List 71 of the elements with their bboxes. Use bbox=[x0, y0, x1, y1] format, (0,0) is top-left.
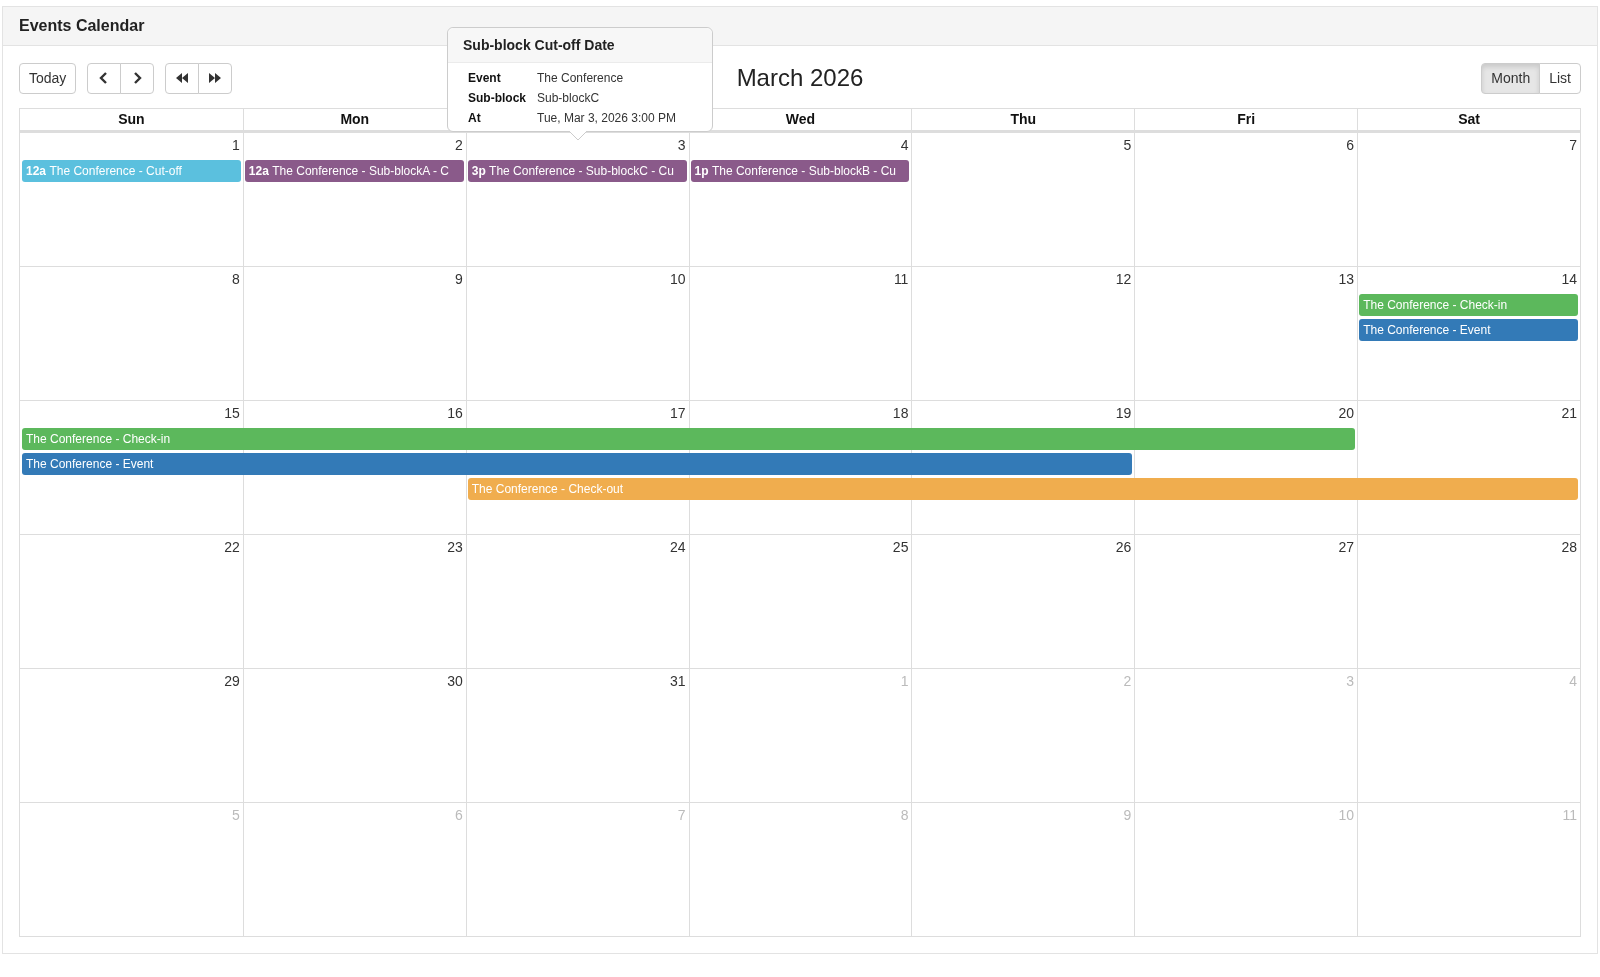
day-number: 2 bbox=[1123, 673, 1132, 689]
day-number: 3 bbox=[677, 137, 686, 153]
weekday-header: Sat bbox=[1357, 109, 1580, 130]
day-number: 5 bbox=[232, 807, 240, 823]
day-number: 21 bbox=[1561, 405, 1577, 421]
previous-year-button[interactable] bbox=[165, 62, 200, 94]
month-title: March 2026 bbox=[736, 64, 864, 92]
day-number: 1 bbox=[232, 137, 240, 153]
double-right-icon bbox=[208, 72, 223, 84]
day-number: 22 bbox=[224, 539, 240, 555]
day-number: 13 bbox=[1338, 271, 1355, 287]
popover-title: Sub-block Cut-off Date bbox=[448, 28, 712, 63]
popover-label: At bbox=[468, 111, 482, 125]
previous-button[interactable] bbox=[87, 62, 122, 94]
day-number: 7 bbox=[677, 807, 686, 823]
weekday-header: Fri bbox=[1134, 109, 1358, 130]
day-number: 17 bbox=[670, 405, 686, 421]
day-number: 5 bbox=[1123, 137, 1132, 153]
day-number: 15 bbox=[224, 405, 240, 421]
day-number: 3 bbox=[1346, 673, 1355, 689]
event-bar[interactable]: 1p The Conference - Sub-blockB - Cu bbox=[690, 160, 910, 182]
day-number: 29 bbox=[224, 673, 240, 689]
day-number: 12 bbox=[1115, 271, 1132, 287]
day-number: 18 bbox=[892, 405, 909, 421]
day-number: 11 bbox=[1562, 807, 1577, 823]
event-bar[interactable]: The Conference - Event bbox=[1359, 319, 1578, 341]
event-bar[interactable]: 12a The Conference - Sub-blockA - C bbox=[244, 160, 464, 182]
day-number: 19 bbox=[1115, 405, 1132, 421]
popover-value: Sub-blockC bbox=[537, 91, 601, 105]
day-number: 10 bbox=[1338, 807, 1355, 823]
event-bar[interactable]: The Conference - Event bbox=[22, 453, 1133, 475]
day-number: 7 bbox=[1569, 137, 1577, 153]
chevron-right-icon bbox=[132, 72, 143, 84]
day-number: 27 bbox=[1338, 539, 1355, 555]
day-number: 28 bbox=[1561, 539, 1577, 555]
day-number: 16 bbox=[447, 405, 463, 421]
popover-value: Tue, Mar 3, 2026 3:00 PM bbox=[537, 111, 677, 125]
day-number: 8 bbox=[900, 807, 909, 823]
view-button[interactable]: List bbox=[1539, 62, 1581, 94]
day-number: 1 bbox=[900, 673, 909, 689]
day-number: 2 bbox=[454, 137, 463, 153]
day-number: 23 bbox=[447, 539, 463, 555]
next-year-button[interactable] bbox=[198, 62, 233, 94]
day-number: 10 bbox=[670, 271, 686, 287]
next-button[interactable] bbox=[120, 62, 155, 94]
day-number: 26 bbox=[1115, 539, 1132, 555]
popover-value: The Conference bbox=[537, 71, 625, 85]
day-number: 8 bbox=[232, 271, 240, 287]
double-left-icon bbox=[175, 72, 190, 84]
day-number: 4 bbox=[900, 137, 909, 153]
day-number: 25 bbox=[892, 539, 909, 555]
today-button[interactable]: Today bbox=[19, 62, 77, 94]
day-number: 20 bbox=[1338, 405, 1355, 421]
day-number: 14 bbox=[1561, 271, 1577, 287]
day-number: 9 bbox=[1123, 807, 1132, 823]
view-button[interactable]: Month bbox=[1481, 62, 1541, 94]
day-number: 6 bbox=[1346, 137, 1355, 153]
day-number: 11 bbox=[893, 271, 909, 287]
day-number: 4 bbox=[1569, 673, 1577, 689]
chevron-left-icon bbox=[99, 72, 110, 84]
panel-title: Events Calendar bbox=[19, 17, 145, 35]
weekday-header: Sun bbox=[117, 110, 146, 129]
popover-label: Event bbox=[468, 71, 502, 85]
day-number: 9 bbox=[454, 271, 463, 287]
popover-label: Sub-block bbox=[468, 91, 526, 105]
day-number: 6 bbox=[454, 807, 463, 823]
day-number: 24 bbox=[670, 539, 686, 555]
day-number: 31 bbox=[670, 673, 686, 689]
event-bar[interactable]: 3p The Conference - Sub-blockC - Cu bbox=[467, 160, 687, 182]
weekday-header: Thu bbox=[911, 109, 1135, 130]
day-number: 30 bbox=[447, 673, 463, 689]
